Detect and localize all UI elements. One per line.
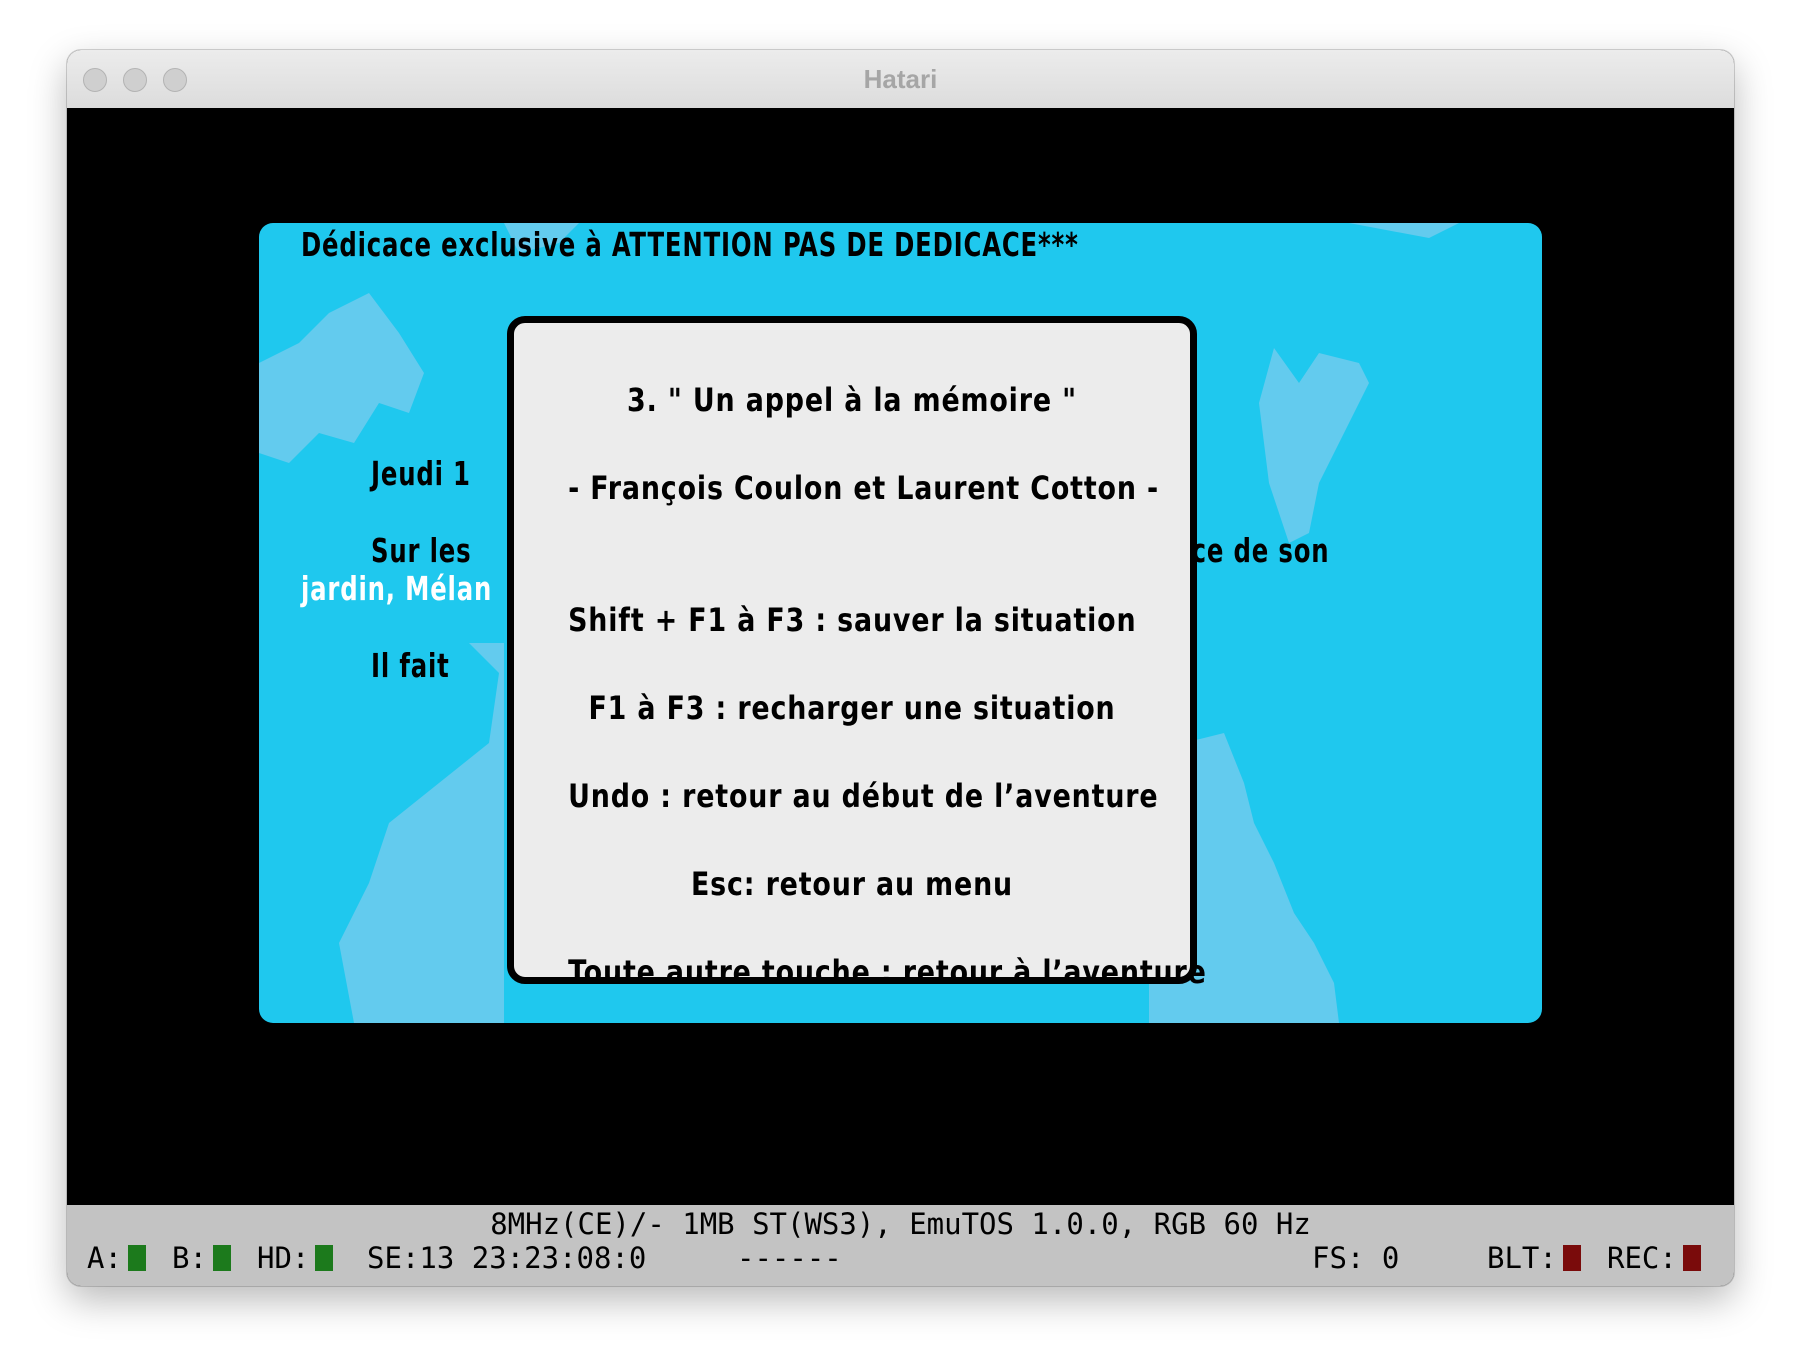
dialog-title: 3. " Un appel à la mémoire " xyxy=(627,381,1077,419)
dialog-esc-hint: Esc: retour au menu xyxy=(690,865,1014,903)
rec-led xyxy=(1682,1245,1701,1271)
drive-b-led xyxy=(212,1245,231,1271)
title-bar[interactable]: Hatari xyxy=(67,50,1734,109)
dialog-save-hint: Shift + F1 à F3 : sauver la situation xyxy=(568,601,1137,639)
dialog-other-hint: Toute autre touche : retour à l’aventure xyxy=(568,953,1207,991)
dialog-undo-hint: Undo : retour au début de l’aventure xyxy=(568,777,1159,815)
blt-label: BLT: xyxy=(1487,1241,1557,1275)
activity-dashes: ------ xyxy=(737,1241,842,1275)
hd-label: HD: xyxy=(257,1241,310,1275)
drive-a-label: A: xyxy=(87,1241,122,1275)
drive-a-led xyxy=(127,1245,146,1271)
rec-status: REC: xyxy=(1607,1241,1701,1275)
status-bar: 8MHz(CE)/- 1MB ST(WS3), EmuTOS 1.0.0, RG… xyxy=(67,1205,1734,1286)
blt-status: BLT: xyxy=(1487,1241,1581,1275)
dedication-text: Dédicace exclusive à ATTENTION PAS DE DE… xyxy=(301,225,1079,264)
story-line-sur-les: Sur les xyxy=(371,531,472,570)
se-status: SE:13 23:23:08:0 xyxy=(367,1241,647,1275)
story-line-jardin: jardin, Mélan xyxy=(301,569,493,608)
machine-info: 8MHz(CE)/- 1MB ST(WS3), EmuTOS 1.0.0, RG… xyxy=(490,1207,1311,1241)
blt-led xyxy=(1562,1245,1581,1271)
rec-label: REC: xyxy=(1607,1241,1677,1275)
fs-status: FS: 0 xyxy=(1312,1241,1400,1275)
dialog-authors: - François Coulon et Laurent Cotton - xyxy=(568,469,1160,507)
drive-a-status: A: xyxy=(87,1241,146,1275)
drive-b-status: B: xyxy=(172,1241,231,1275)
story-line-il-fait: Il fait xyxy=(371,646,450,685)
hd-status: HD: xyxy=(257,1241,334,1275)
emulator-screen[interactable]: Dédicace exclusive à ATTENTION PAS DE DE… xyxy=(67,108,1734,1263)
dialog-load-hint: F1 à F3 : recharger une situation xyxy=(588,689,1116,727)
hd-led xyxy=(315,1245,334,1271)
drive-b-label: B: xyxy=(172,1241,207,1275)
story-line-jeudi: Jeudi 1 xyxy=(371,454,471,493)
help-dialog: 3. " Un appel à la mémoire " - François … xyxy=(507,316,1206,991)
window-title: Hatari xyxy=(863,64,938,94)
hatari-window: Hatari Dédicace exclusive à ATTENTION PA… xyxy=(67,50,1734,1286)
